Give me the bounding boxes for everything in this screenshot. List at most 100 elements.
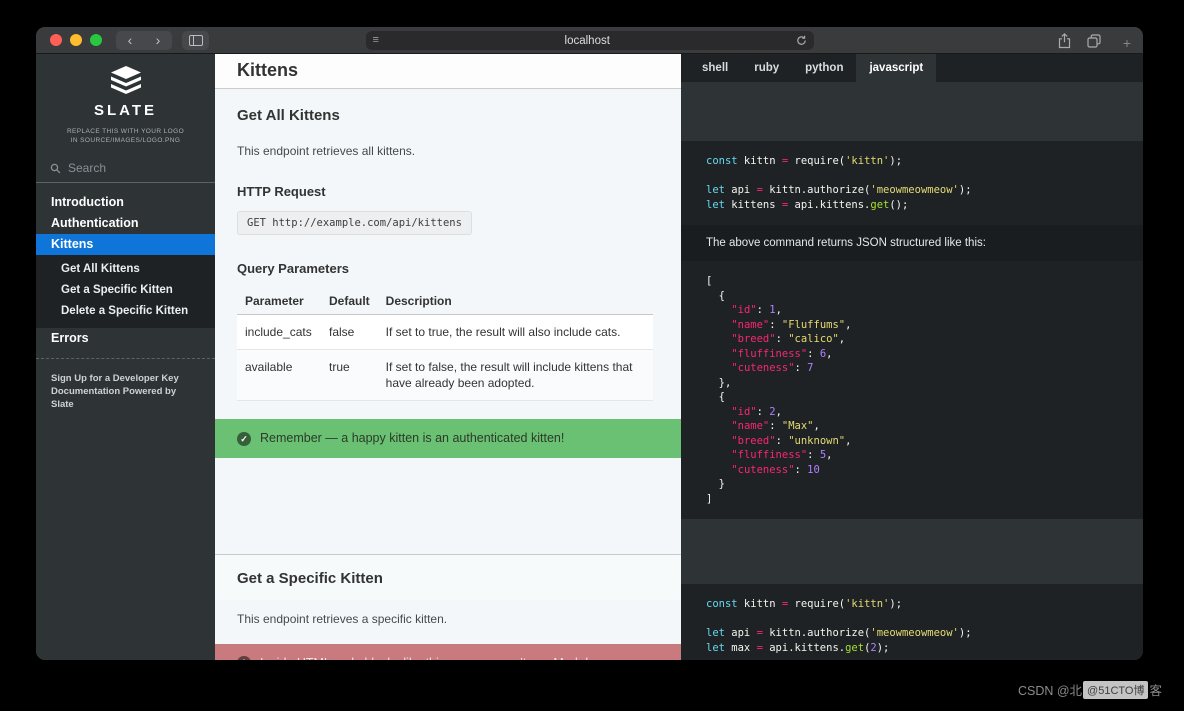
success-text: Remember — a happy kitten is an authenti… — [260, 431, 565, 445]
sidebar-footer: Sign Up for a Developer Key Documentatio… — [36, 359, 215, 411]
code-line: let api = kittn.authorize('meowmeowmeow'… — [706, 627, 972, 639]
browser-window: ‹ › ≡ localhost + SLATE REPLACE THIS WIT… — [36, 27, 1143, 660]
code-panel-gap — [681, 82, 1143, 141]
code-block: [ { "id": 1, "name": "Fluffums", "breed"… — [681, 261, 1143, 519]
code-line: "name": "Max", — [731, 420, 820, 432]
section-heading-get-a-specific-kitten: Get a Specific Kitten — [215, 554, 681, 600]
code-panel-gap — [681, 519, 1143, 584]
code-line: let kittens = api.kittens.get(); — [706, 198, 909, 211]
code-line: } — [706, 478, 725, 490]
query-parameters-heading: Query Parameters — [237, 261, 350, 276]
page-title: Kittens — [215, 54, 681, 89]
titlebar: ‹ › ≡ localhost + — [36, 27, 1143, 54]
warning-callout: ! Inside HTML code blocks like this one,… — [215, 644, 681, 660]
watermark-badge: @51CTO博 — [1083, 680, 1149, 699]
code-block: const kittn = require('kittn'); let api … — [681, 141, 1143, 225]
language-selector: shell ruby python javascript — [681, 54, 1143, 82]
sidebar-subitems: Get All Kittens Get a Specific Kitten De… — [36, 255, 215, 328]
lang-tab-javascript[interactable]: javascript — [856, 54, 937, 82]
code-line: "id": 1, — [731, 304, 782, 316]
minimize-window-button[interactable] — [70, 34, 82, 46]
lang-tab-shell[interactable]: shell — [689, 54, 741, 82]
sidebar-icon — [188, 34, 203, 46]
sidebar-subitem-delete-a-specific-kitten[interactable]: Delete a Specific Kitten — [36, 301, 215, 322]
back-button[interactable]: ‹ — [116, 31, 144, 50]
watermark: CSDN @北 @51CTO博客 — [1018, 680, 1162, 699]
powered-by-slate-link[interactable]: Documentation Powered by Slate — [51, 385, 200, 411]
sidebar: SLATE REPLACE THIS WITH YOUR LOGO IN SOU… — [36, 54, 215, 660]
section-heading-get-all-kittens: Get All Kittens — [237, 107, 340, 124]
signup-developer-key-link[interactable]: Sign Up for a Developer Key — [51, 372, 200, 385]
code-line: const kittn = require('kittn'); — [706, 598, 903, 610]
table-cell: true — [321, 349, 378, 401]
traffic-lights — [50, 34, 102, 46]
sidebar-item-authentication[interactable]: Authentication — [36, 213, 215, 234]
search-box — [36, 161, 215, 183]
code-line: "cuteness": 10 — [731, 463, 820, 476]
code-line: }, — [706, 376, 732, 389]
sidebar-nav: Introduction Authentication Kittens Get … — [36, 192, 215, 411]
warning-text: Inside HTML code blocks like this one, y… — [260, 655, 659, 660]
titlebar-right-icons — [1058, 27, 1101, 54]
address-bar[interactable]: ≡ localhost — [365, 31, 814, 50]
query-parameters-table: Parameter Default Description include_ca… — [237, 288, 653, 401]
table-header-row: Parameter Default Description — [237, 288, 653, 315]
table-cell: available — [237, 349, 321, 401]
refresh-icon[interactable] — [796, 35, 807, 46]
code-line: "breed": "unknown", — [731, 434, 852, 447]
column-header: Parameter — [237, 288, 321, 315]
code-line: "id": 2, — [731, 405, 782, 418]
slate-logo-icon — [110, 66, 141, 94]
new-tab-button[interactable]: + — [1123, 36, 1131, 50]
zoom-window-button[interactable] — [90, 34, 102, 46]
table-cell: false — [321, 314, 378, 350]
share-icon[interactable] — [1058, 32, 1071, 49]
code-line: let max = api.kittens.get(2); — [706, 641, 890, 654]
column-header: Description — [377, 288, 653, 315]
lang-tab-python[interactable]: python — [792, 54, 856, 82]
forward-button[interactable]: › — [144, 31, 172, 50]
code-line: let api = kittn.authorize('meowmeowmeow'… — [706, 184, 972, 196]
search-input[interactable] — [68, 161, 201, 175]
sidebar-subitem-get-all-kittens[interactable]: Get All Kittens — [36, 259, 215, 280]
code-line: [ — [706, 275, 713, 287]
column-header: Default — [321, 288, 378, 315]
code-line: { — [706, 289, 725, 302]
code-line: "cuteness": 7 — [731, 362, 814, 374]
sidebar-item-errors[interactable]: Errors — [36, 328, 215, 349]
code-line: { — [706, 391, 725, 403]
code-line: "breed": "calico", — [731, 333, 846, 345]
search-icon — [50, 163, 61, 174]
history-nav: ‹ › — [116, 30, 172, 50]
code-line: "name": "Fluffums", — [731, 318, 852, 331]
tab-overview-icon[interactable] — [1087, 33, 1101, 48]
code-block: const kittn = require('kittn'); let api … — [681, 584, 1143, 660]
close-window-button[interactable] — [50, 34, 62, 46]
table-row: include_cats false If set to true, the r… — [237, 314, 653, 350]
success-callout: ✓ Remember — a happy kitten is an authen… — [215, 419, 681, 458]
code-line: ] — [706, 492, 713, 505]
logo-block: SLATE REPLACE THIS WITH YOUR LOGO IN SOU… — [36, 54, 215, 145]
lang-tab-ruby[interactable]: ruby — [741, 54, 792, 82]
doc-content: Kittens Get All Kittens This endpoint re… — [215, 54, 681, 660]
table-cell: If set to false, the result will include… — [377, 349, 653, 401]
section-description: This endpoint retrieves all kittens. — [237, 144, 416, 158]
http-request-code: GET http://example.com/api/kittens — [237, 211, 472, 235]
table-cell: include_cats — [237, 314, 321, 350]
code-line: "fluffiness": 6, — [731, 347, 833, 360]
code-line: const kittn = require('kittn'); — [706, 155, 903, 167]
code-panel: shell ruby python javascript const kittn… — [681, 54, 1143, 660]
code-annotation: The above command returns JSON structure… — [681, 225, 1143, 261]
sidebar-item-introduction[interactable]: Introduction — [36, 192, 215, 213]
http-request-heading: HTTP Request — [237, 184, 326, 199]
logo-note: REPLACE THIS WITH YOUR LOGO IN SOURCE/IM… — [66, 128, 185, 144]
check-circle-icon: ✓ — [237, 432, 251, 446]
sidebar-toggle-button[interactable] — [182, 30, 209, 50]
sidebar-subitem-get-a-specific-kitten[interactable]: Get a Specific Kitten — [36, 280, 215, 301]
exclamation-circle-icon: ! — [237, 656, 251, 660]
sidebar-item-kittens[interactable]: Kittens — [36, 234, 215, 255]
table-row: available true If set to false, the resu… — [237, 349, 653, 401]
